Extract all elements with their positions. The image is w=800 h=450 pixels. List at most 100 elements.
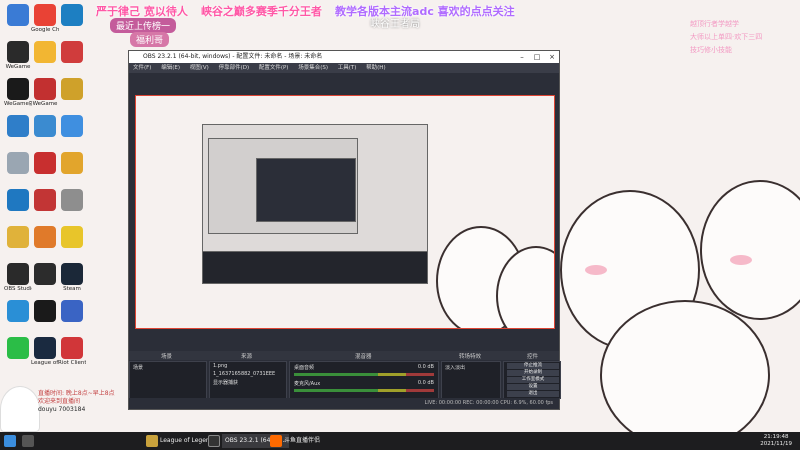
search-icon[interactable]	[22, 435, 34, 447]
app-icon	[7, 4, 29, 26]
dock-transitions-label: 转场特效	[459, 354, 482, 360]
app-icon	[34, 337, 56, 359]
app-icon	[61, 337, 83, 359]
league-taskbar-icon[interactable]	[146, 435, 158, 447]
source-item[interactable]: 1.png	[210, 362, 286, 370]
app-icon	[34, 41, 56, 63]
desktop-icon-label: WeGame	[5, 64, 31, 70]
volume-meter[interactable]	[294, 373, 434, 376]
menu-file[interactable]: 文件(F)	[133, 65, 151, 71]
minimize-icon[interactable]: –	[515, 51, 529, 63]
obs-titlebar[interactable]: OBS 23.2.1 (64-bit, windows) - 配置文件: 未命名…	[129, 51, 559, 63]
sources-dock[interactable]: 1.png 1_1637165882_0731EEE 显示器捕获	[209, 361, 287, 399]
desktop-icon[interactable]: League of Legends	[31, 337, 59, 381]
mixer-track-name: 麦克风/Aux	[294, 381, 321, 387]
menu-scene-collection[interactable]: 场景集合(S)	[298, 65, 328, 71]
scenes-dock[interactable]: 场景	[129, 361, 207, 399]
clock-date: 2021/11/19	[760, 441, 792, 447]
menu-help[interactable]: 帮助(H)	[366, 65, 385, 71]
desktop-icon-label: OBS Studio	[4, 286, 32, 292]
source-item[interactable]: 显示器捕获	[210, 378, 286, 387]
exit-button[interactable]: 退出	[507, 391, 559, 397]
dock-scenes-label: 场景	[161, 354, 173, 360]
settings-button[interactable]: 设置	[507, 384, 559, 390]
desktop-icon[interactable]	[4, 337, 32, 381]
transitions-dock[interactable]: 淡入淡出	[441, 361, 501, 399]
app-icon	[34, 263, 56, 285]
obs-taskbar-icon[interactable]	[208, 435, 220, 447]
taskbar-clock[interactable]: 21:19:48 2021/11/19	[760, 434, 792, 448]
app-icon	[34, 226, 56, 248]
app-icon	[7, 300, 29, 322]
app-icon	[61, 189, 83, 211]
app-icon	[7, 226, 29, 248]
app-icon	[34, 78, 56, 100]
overlay-motto: 严于律己 宽以待人	[96, 5, 188, 18]
volume-meter[interactable]	[294, 389, 434, 392]
source-item[interactable]: 1_1637165882_0731EEE	[210, 370, 286, 378]
app-icon	[61, 78, 83, 100]
douyu-taskbar-icon[interactable]	[270, 435, 282, 447]
app-icon	[61, 4, 83, 26]
taskbar: League of Legends OBS 23.2.1 (64-bit... …	[0, 432, 800, 450]
desktop-icon-label: League of Legends	[31, 360, 59, 366]
overlay-note: 技巧修小技能	[690, 46, 732, 54]
chat-line: 欢迎来到直播间	[38, 398, 81, 405]
overlay-banner: 峡谷王者局	[370, 19, 420, 30]
taskbar-item-douyu[interactable]: 斗鱼直播伴侣	[284, 434, 320, 448]
menu-view[interactable]: 视图(V)	[190, 65, 209, 71]
app-icon	[7, 189, 29, 211]
dock-controls-label: 控件	[527, 354, 539, 360]
overlay-note: 越顶行者学越学	[690, 20, 739, 28]
app-icon	[7, 115, 29, 137]
overlay-badge-2: 福利哥	[130, 32, 170, 47]
studio-mode-button[interactable]: 工作室模式	[507, 377, 559, 383]
mixer-track: 桌面音频 0.0 dB	[294, 364, 434, 376]
close-icon[interactable]: ×	[545, 51, 559, 63]
mixer-track-name: 桌面音频	[294, 365, 315, 371]
maximize-icon[interactable]: □	[530, 51, 544, 63]
app-icon	[61, 263, 83, 285]
clock-time: 21:19:48	[763, 434, 789, 440]
mixer-track-level: 0.0 dB	[417, 364, 434, 370]
overlay-badge-1: 最近上传榜一	[110, 18, 177, 33]
menu-tools[interactable]: 工具(T)	[338, 65, 357, 71]
stream-overlay-top: 严于律己 宽以待人 峡谷之巅多赛季千分王者 教学各版本主流adc 喜欢的点点关注	[96, 0, 523, 18]
chat-line: 直播时间: 晚上8点~早上8点	[38, 390, 115, 397]
obs-window[interactable]: OBS 23.2.1 (64-bit, windows) - 配置文件: 未命名…	[128, 50, 561, 410]
desktop-icon-label: WeGame版	[4, 101, 32, 107]
controls-dock: 停止推流 开始录制 工作室模式 设置 退出	[503, 361, 561, 399]
nested-obs-panels	[202, 251, 428, 284]
app-icon	[61, 152, 83, 174]
app-icon	[7, 41, 29, 63]
nested-preview-3	[256, 158, 356, 222]
stop-streaming-button[interactable]: 停止推流	[507, 363, 559, 369]
app-icon	[34, 189, 56, 211]
app-icon	[7, 78, 29, 100]
transition-select[interactable]: 淡入淡出	[445, 364, 497, 371]
wallpaper-cheek	[585, 265, 607, 275]
windows-start-icon[interactable]	[4, 435, 16, 447]
scene-item[interactable]: 场景	[130, 362, 206, 373]
app-icon	[34, 300, 56, 322]
app-icon	[34, 152, 56, 174]
desktop-icon-label: WeGame	[32, 101, 58, 107]
app-icon	[61, 41, 83, 63]
overlay-note: 大师以上单四·欢下三四	[690, 33, 763, 41]
desktop-icon[interactable]: Riot Client	[58, 337, 86, 381]
chat-uid: douyu 7003184	[38, 406, 86, 413]
streamer-avatar	[0, 386, 40, 432]
wallpaper-blob	[600, 300, 770, 432]
menu-profile[interactable]: 配置文件(P)	[259, 65, 289, 71]
menu-edit[interactable]: 编辑(E)	[161, 65, 180, 71]
overlay-rank: 峡谷之巅多赛季千分王者	[200, 5, 322, 18]
start-recording-button[interactable]: 开始录制	[507, 370, 559, 376]
menu-docks[interactable]: 停靠部件(D)	[219, 65, 250, 71]
dock-sources-label: 来源	[241, 354, 253, 360]
mixer-dock[interactable]: 桌面音频 0.0 dB 麦克风/Aux 0.0 dB	[289, 361, 439, 399]
app-icon	[34, 4, 56, 26]
desktop-icon-label: Google Chrome	[31, 27, 59, 33]
wallpaper-blob	[700, 180, 800, 320]
mixer-track: 麦克风/Aux 0.0 dB	[294, 380, 434, 392]
obs-preview[interactable]	[135, 95, 555, 329]
